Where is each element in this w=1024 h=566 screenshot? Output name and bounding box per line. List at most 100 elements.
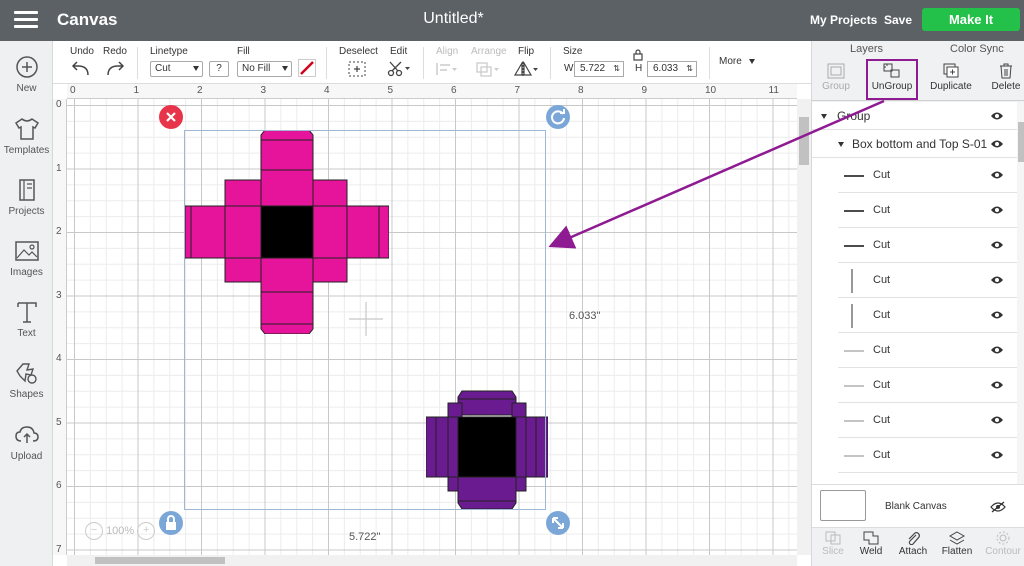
arrange-button[interactable]: [475, 61, 501, 80]
stepper-icon[interactable]: ⇅: [613, 62, 620, 76]
lock-icon: [166, 515, 176, 530]
eye-icon[interactable]: [990, 205, 1004, 215]
linetype-select[interactable]: Cut: [150, 61, 203, 77]
attach-button[interactable]: Attach: [892, 531, 934, 557]
canvas-swatch[interactable]: [820, 490, 866, 521]
zoom-control: − 100% +: [85, 522, 156, 542]
height-input[interactable]: 6.033 ⇅: [647, 61, 697, 77]
eye-icon[interactable]: [990, 111, 1004, 121]
tab-layers[interactable]: Layers: [850, 43, 883, 55]
eye-icon[interactable]: [990, 310, 1004, 320]
tool-label: Contour: [985, 546, 1021, 557]
lock-aspect-button[interactable]: [633, 49, 643, 64]
resize-handle[interactable]: [546, 511, 570, 535]
zoom-out-button[interactable]: −: [85, 522, 103, 540]
delete-handle[interactable]: [159, 105, 183, 129]
sidebar-item-images[interactable]: Images: [0, 239, 53, 278]
fill-select[interactable]: No Fill: [237, 61, 292, 77]
caret-down-icon[interactable]: [838, 142, 844, 147]
horizontal-line-icon: [844, 455, 864, 457]
duplicate-button[interactable]: Duplicate: [927, 63, 975, 92]
horizontal-line-icon: [844, 420, 864, 422]
sidebar-item-label: Shapes: [9, 389, 44, 400]
sidebar-item-label: New: [16, 83, 37, 94]
fill-color-swatch[interactable]: [298, 59, 316, 80]
contour-button[interactable]: Contour: [982, 531, 1024, 557]
layer-row[interactable]: Cut: [838, 298, 1017, 333]
layer-label: Cut: [873, 239, 891, 251]
help-button[interactable]: ?: [209, 61, 229, 77]
slice-button[interactable]: Slice: [812, 531, 854, 557]
ruler-top-tick-label: 4: [324, 85, 330, 96]
save-link[interactable]: Save: [884, 13, 912, 27]
flatten-button[interactable]: Flatten: [936, 531, 978, 557]
my-projects-link[interactable]: My Projects: [810, 13, 877, 27]
delete-button[interactable]: Delete: [982, 63, 1024, 92]
align-button[interactable]: [435, 61, 459, 80]
document-title[interactable]: Untitled*: [0, 10, 907, 28]
lock-handle[interactable]: [159, 511, 183, 535]
layer-row[interactable]: Cut: [838, 228, 1017, 263]
ruler-left: 0 1 2 3 4 5 6 7: [53, 99, 67, 555]
eye-icon[interactable]: [990, 380, 1004, 390]
group-button[interactable]: Group: [812, 63, 860, 92]
horizontal-scrollbar[interactable]: [67, 555, 797, 566]
ruler-top: 0 1 2 3 4 5 6 7 8 9 10 11: [67, 84, 797, 99]
height-value: 6.033: [653, 63, 679, 74]
more-button[interactable]: More: [719, 56, 755, 67]
eye-icon[interactable]: [990, 275, 1004, 285]
vertical-scrollbar[interactable]: [797, 99, 811, 555]
width-label: W: [564, 63, 574, 74]
action-label: Delete: [991, 81, 1021, 92]
layer-subgroup-row[interactable]: Box bottom and Top S-01: [812, 130, 1017, 158]
eye-icon[interactable]: [990, 170, 1004, 180]
shapes-icon: [15, 363, 37, 384]
group-label: Group: [837, 109, 871, 123]
layer-row[interactable]: Cut: [838, 263, 1017, 298]
layer-row[interactable]: Cut: [838, 333, 1017, 368]
rotate-handle[interactable]: [546, 105, 570, 129]
tab-color-sync[interactable]: Color Sync: [950, 43, 1004, 55]
blank-canvas-row[interactable]: Blank Canvas: [812, 484, 1024, 527]
width-input[interactable]: 5.722 ⇅: [574, 61, 624, 77]
ruler-top-tick-label: 1: [133, 85, 140, 96]
duplicate-icon: [943, 63, 959, 78]
weld-button[interactable]: Weld: [850, 531, 892, 557]
sidebar-item-upload[interactable]: Upload: [0, 423, 53, 462]
design-canvas[interactable]: 0 1 2 3 4 5 6 7 8 9 10 11 01234567 6.033…: [53, 84, 811, 566]
sidebar-item-text[interactable]: Text: [0, 300, 53, 339]
layer-actions: Group UnGroup Duplicate Delete: [812, 59, 1024, 101]
eye-icon[interactable]: [990, 345, 1004, 355]
fill-value: No Fill: [242, 63, 271, 74]
edit-button[interactable]: [387, 61, 411, 80]
redo-button[interactable]: [105, 61, 125, 80]
eye-icon[interactable]: [990, 139, 1004, 149]
eye-hidden-icon[interactable]: [990, 501, 1006, 513]
flip-button[interactable]: [513, 60, 539, 80]
caret-down-icon[interactable]: [821, 114, 827, 119]
eye-icon[interactable]: [990, 240, 1004, 250]
ungroup-button[interactable]: UnGroup: [868, 63, 916, 92]
layer-row[interactable]: Cut: [838, 193, 1017, 228]
eye-icon[interactable]: [990, 450, 1004, 460]
plus-circle-icon: [15, 56, 38, 78]
layers-scrollbar[interactable]: [1017, 102, 1024, 522]
deselect-button[interactable]: [348, 61, 366, 80]
eye-icon[interactable]: [990, 415, 1004, 425]
sidebar-item-projects[interactable]: Projects: [0, 178, 53, 217]
zoom-in-button[interactable]: +: [137, 522, 156, 540]
sidebar-item-shapes[interactable]: Shapes: [0, 361, 53, 400]
stepper-icon[interactable]: ⇅: [686, 62, 693, 76]
layer-label: Cut: [873, 204, 891, 216]
layer-tools-bar: Slice Weld Attach Flatten Contour: [812, 527, 1024, 566]
undo-button[interactable]: [71, 61, 91, 80]
sidebar-item-templates[interactable]: Templates: [0, 117, 53, 156]
layer-group-row[interactable]: Group: [812, 102, 1017, 130]
layer-row[interactable]: Cut: [838, 438, 1017, 473]
layer-row[interactable]: Cut: [838, 368, 1017, 403]
sidebar-item-new[interactable]: New: [0, 55, 53, 94]
layer-row[interactable]: Cut: [838, 403, 1017, 438]
make-it-button[interactable]: Make It: [922, 8, 1020, 31]
layer-row[interactable]: Cut: [838, 158, 1017, 193]
chevron-down-icon: [748, 58, 755, 64]
